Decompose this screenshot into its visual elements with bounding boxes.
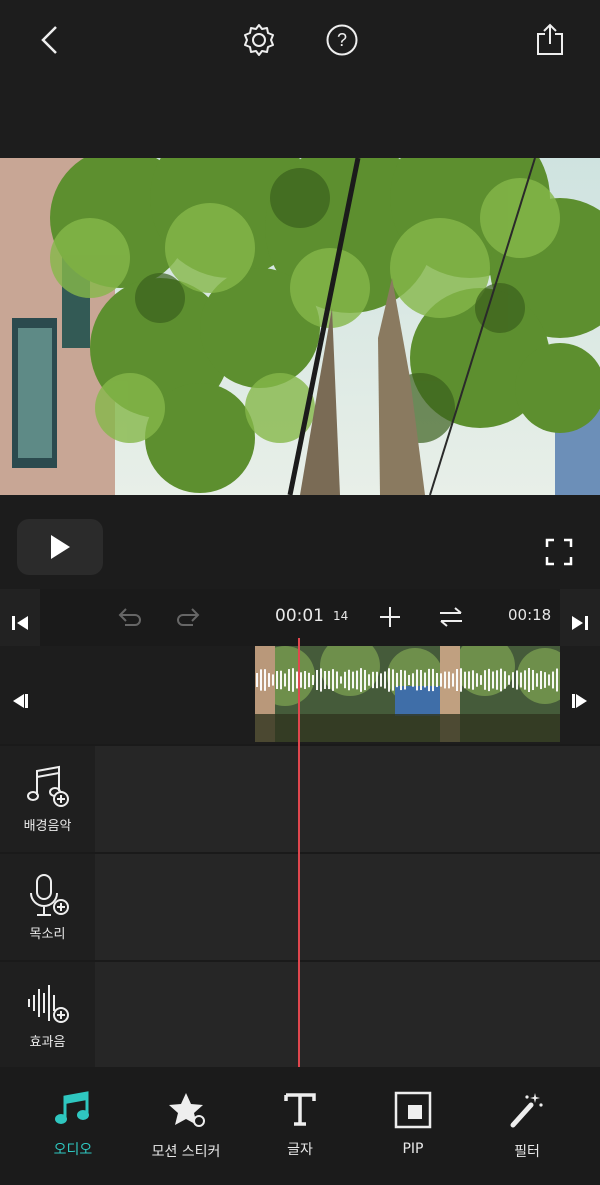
- skip-start-icon: [12, 616, 28, 630]
- track-sound-effects[interactable]: 효과음: [0, 962, 600, 1068]
- track-background-music[interactable]: 배경음악: [0, 746, 600, 852]
- video-preview: [0, 158, 600, 495]
- nav-motion-sticker[interactable]: 모션 스티커: [131, 1091, 241, 1161]
- pip-icon: [394, 1091, 432, 1129]
- undo-button[interactable]: [112, 601, 148, 631]
- prev-frame-button[interactable]: [0, 658, 40, 744]
- play-button[interactable]: [17, 519, 103, 575]
- bottom-toolbar: 오디오 모션 스티커 글자 PIP 필터: [0, 1067, 600, 1185]
- add-voice-button[interactable]: 목소리: [0, 854, 95, 960]
- player-controls: [0, 495, 600, 589]
- nav-label: PIP: [402, 1141, 424, 1157]
- timeline-header: 00:01 14 00:18: [0, 589, 600, 657]
- music-note-icon: [55, 1091, 89, 1124]
- track-label-text: 배경음악: [23, 818, 72, 834]
- swap-arrows-icon: [440, 607, 462, 627]
- step-back-icon: [13, 694, 28, 708]
- text-icon: [284, 1093, 316, 1126]
- next-frame-button[interactable]: [560, 658, 600, 744]
- top-bar: ?: [0, 0, 600, 158]
- share-icon[interactable]: [530, 19, 570, 59]
- undo-icon: [118, 608, 141, 626]
- track-label-text: 효과음: [29, 1034, 66, 1050]
- step-forward-icon: [572, 694, 587, 708]
- video-track: [0, 646, 600, 744]
- back-icon[interactable]: [30, 20, 70, 60]
- sound-effect-add-icon: [27, 984, 69, 1023]
- star-sticker-icon: [169, 1093, 205, 1127]
- nav-audio[interactable]: 오디오: [18, 1091, 128, 1159]
- music-add-icon: [26, 765, 69, 807]
- current-time: 00:01: [275, 606, 324, 626]
- play-icon: [51, 535, 70, 559]
- fullscreen-icon[interactable]: [545, 538, 573, 566]
- track-label-text: 목소리: [29, 926, 66, 942]
- nav-pip[interactable]: PIP: [358, 1091, 468, 1157]
- add-clip-button[interactable]: [374, 601, 406, 633]
- svg-text:?: ?: [337, 30, 347, 50]
- settings-icon[interactable]: [238, 19, 280, 61]
- current-frame: 14: [333, 609, 349, 623]
- nav-label: 오디오: [53, 1142, 93, 1158]
- help-icon[interactable]: ?: [321, 19, 363, 61]
- redo-icon: [177, 608, 200, 626]
- nav-label: 필터: [514, 1144, 540, 1160]
- skip-end-icon: [572, 616, 588, 630]
- magic-wand-icon: [510, 1093, 543, 1128]
- nav-text[interactable]: 글자: [245, 1091, 355, 1159]
- redo-button[interactable]: [170, 601, 206, 631]
- track-voice[interactable]: 목소리: [0, 854, 600, 960]
- swap-button[interactable]: [434, 601, 468, 633]
- nav-label: 글자: [287, 1142, 313, 1158]
- add-background-music-button[interactable]: 배경음악: [0, 746, 95, 852]
- nav-filter[interactable]: 필터: [472, 1091, 582, 1161]
- total-time: 00:18: [508, 606, 552, 624]
- add-sound-effect-button[interactable]: 효과음: [0, 962, 95, 1068]
- video-clip[interactable]: [255, 646, 560, 742]
- mic-add-icon: [29, 873, 69, 916]
- nav-label: 모션 스티커: [151, 1144, 221, 1160]
- plus-icon: [380, 607, 400, 627]
- playhead[interactable]: [298, 638, 300, 1068]
